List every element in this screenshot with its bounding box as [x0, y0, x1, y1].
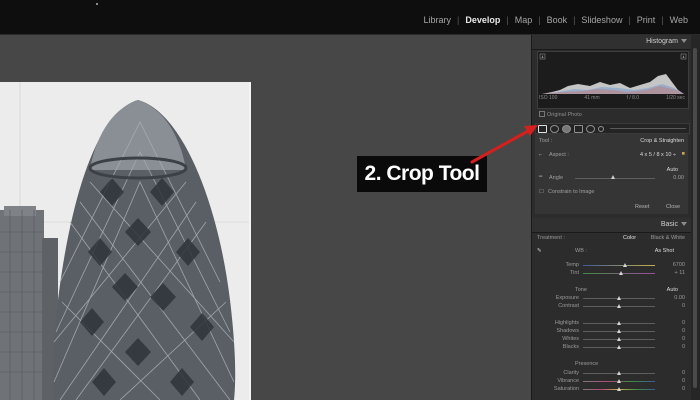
basic-title: Basic: [660, 221, 678, 228]
radial-filter-icon[interactable]: [586, 125, 595, 133]
develop-right-panel: Histogram ISO 100 41 mm f / 8.0 1/20 sec…: [531, 35, 692, 400]
clarity-slider-knob[interactable]: [617, 371, 621, 375]
close-button[interactable]: Close: [666, 204, 680, 210]
blacks-label: Blacks: [562, 344, 579, 350]
panel-toggle-marker[interactable]: [96, 3, 98, 5]
temp-label: Temp: [565, 262, 579, 268]
module-develop[interactable]: Develop: [459, 15, 506, 25]
module-library[interactable]: Library: [417, 15, 457, 25]
vibrance-value[interactable]: 0: [682, 378, 685, 384]
blacks-value[interactable]: 0: [682, 344, 685, 350]
angle-value[interactable]: 0.00: [673, 175, 684, 181]
original-photo-label: Original Photo: [547, 112, 582, 118]
straighten-tool-icon[interactable]: ━: [539, 174, 542, 180]
exif-iso: ISO 100: [539, 95, 558, 101]
collapse-arrow-icon[interactable]: [681, 39, 687, 43]
exif-focal: 41 mm: [584, 95, 600, 101]
histogram-header[interactable]: Histogram: [532, 35, 692, 50]
spot-removal-icon[interactable]: [550, 125, 559, 133]
exif-readout: ISO 100 41 mm f / 8.0 1/20 sec: [539, 95, 685, 101]
exif-aperture: f / 8.0: [626, 95, 640, 101]
shadows-slider-knob[interactable]: [617, 329, 621, 333]
shadows-label: Shadows: [556, 328, 579, 334]
angle-slider[interactable]: [575, 178, 655, 179]
annotation-arrow: [470, 125, 538, 164]
shadows-value[interactable]: 0: [682, 328, 685, 334]
crop-straighten-panel: Tool : Crop & Straighten ⌐ Aspect : 4 x …: [535, 134, 688, 214]
adjustment-brush-icon[interactable]: [598, 126, 604, 132]
wb-select[interactable]: As Shot: [655, 248, 674, 254]
blacks-slider-knob[interactable]: [617, 345, 621, 349]
angle-label: Angle: [549, 175, 564, 181]
exposure-value[interactable]: 0.00: [674, 295, 685, 301]
panel-scrollbar[interactable]: [691, 35, 700, 400]
checkbox-icon: [539, 111, 545, 117]
module-map[interactable]: Map: [509, 15, 539, 25]
basic-header[interactable]: Basic: [532, 218, 692, 233]
saturation-label: Saturation: [553, 386, 579, 392]
collapse-arrow-icon[interactable]: [681, 222, 687, 226]
tone-label: Tone: [575, 287, 587, 293]
tool-strip: [535, 123, 690, 134]
annotation-callout: 2. Crop Tool: [357, 156, 487, 192]
presence-label: Presence: [575, 361, 599, 367]
tool-strip-rule: [610, 128, 686, 129]
original-photo-toggle[interactable]: Original Photo: [539, 111, 582, 118]
constrain-checkbox[interactable]: ☐: [539, 189, 544, 195]
module-book[interactable]: Book: [541, 15, 574, 25]
clarity-value[interactable]: 0: [682, 370, 685, 376]
module-web[interactable]: Web: [664, 15, 694, 25]
contrast-slider-knob[interactable]: [617, 304, 621, 308]
red-eye-icon[interactable]: [562, 125, 571, 133]
temp-slider[interactable]: [583, 265, 655, 266]
whites-label: Whites: [562, 336, 579, 342]
saturation-value[interactable]: 0: [682, 386, 685, 392]
reset-button[interactable]: Reset: [635, 204, 649, 210]
exposure-label: Exposure: [555, 295, 579, 301]
highlights-value[interactable]: 0: [682, 320, 685, 326]
exif-shutter: 1/20 sec: [666, 95, 685, 101]
tone-auto-button[interactable]: Auto: [667, 287, 678, 293]
tint-slider-knob[interactable]: [619, 271, 623, 275]
tint-label: Tint: [570, 270, 579, 276]
angle-slider-knob[interactable]: [611, 175, 615, 179]
eyedropper-icon[interactable]: ✎: [537, 248, 542, 254]
graduated-filter-icon[interactable]: [574, 125, 583, 133]
whites-value[interactable]: 0: [682, 336, 685, 342]
exposure-slider-knob[interactable]: [617, 296, 621, 300]
temp-slider-knob[interactable]: [623, 263, 627, 267]
gherkin-building-image: [0, 82, 249, 400]
vibrance-label: Vibrance: [557, 378, 579, 384]
constrain-label: Constrain to Image: [548, 189, 595, 195]
scrollbar-thumb[interactable]: [693, 48, 697, 388]
tint-value[interactable]: + 11: [675, 270, 685, 276]
treatment-bw-button[interactable]: Black & White: [651, 235, 685, 241]
clarity-label: Clarity: [563, 370, 579, 376]
contrast-label: Contrast: [558, 303, 579, 309]
auto-straighten-button[interactable]: Auto: [667, 167, 678, 173]
highlights-slider-knob[interactable]: [617, 321, 621, 325]
module-slideshow[interactable]: Slideshow: [575, 15, 628, 25]
module-print[interactable]: Print: [631, 15, 662, 25]
whites-slider-knob[interactable]: [617, 337, 621, 341]
saturation-slider-knob[interactable]: [617, 387, 621, 391]
histogram-title: Histogram: [646, 38, 678, 45]
aspect-select[interactable]: 4 x 5 / 8 x 10 ÷: [640, 152, 676, 158]
aspect-label: Aspect :: [549, 152, 569, 158]
module-picker: Library | Develop | Map | Book | Slidesh…: [417, 15, 694, 25]
wb-label: WB :: [575, 248, 587, 254]
treatment-color-button[interactable]: Color: [623, 235, 636, 241]
tool-label: Tool :: [539, 138, 553, 144]
treatment-label: Treatment :: [537, 235, 565, 241]
photo-preview[interactable]: [0, 82, 251, 400]
vibrance-slider-knob[interactable]: [617, 379, 621, 383]
highlights-label: Highlights: [554, 320, 579, 326]
temp-value[interactable]: 6700: [673, 262, 685, 268]
top-module-bar: Library | Develop | Map | Book | Slidesh…: [0, 0, 700, 35]
lock-icon[interactable]: ■: [682, 151, 685, 157]
tool-name: Crop & Straighten: [640, 138, 684, 144]
contrast-value[interactable]: 0: [682, 303, 685, 309]
